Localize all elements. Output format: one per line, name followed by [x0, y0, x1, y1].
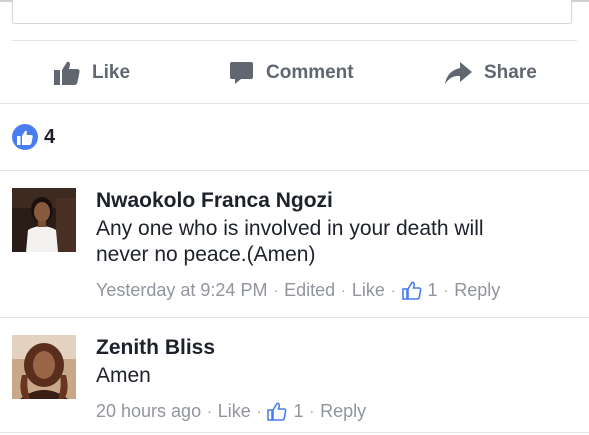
comment-like-count[interactable]: 1 — [428, 278, 438, 302]
reaction-summary[interactable]: 4 — [12, 122, 55, 152]
comment-body: Zenith Bliss Amen 20 hours ago · Like · … — [96, 335, 566, 423]
like-reaction-icon — [12, 124, 38, 150]
comment-timestamp[interactable]: 20 hours ago — [96, 399, 201, 423]
reaction-count: 4 — [44, 125, 56, 148]
post-content-box — [12, 0, 572, 24]
edited-indicator[interactable]: Edited — [284, 278, 335, 302]
separator: · — [207, 403, 212, 419]
share-arrow-icon — [445, 62, 472, 84]
comment-like-link[interactable]: Like — [218, 399, 251, 423]
divider — [12, 40, 577, 41]
comment-like-link[interactable]: Like — [352, 278, 385, 302]
separator: · — [309, 403, 315, 419]
action-bar: Like Comment Share — [0, 44, 589, 102]
comment-text: Any one who is involved in your death wi… — [96, 216, 566, 268]
like-button[interactable]: Like — [54, 56, 130, 90]
comment-meta: 20 hours ago · Like · 1 · Reply — [96, 399, 566, 423]
comment-meta: Yesterday at 9:24 PM · Edited · Like · 1… — [96, 278, 566, 302]
commenter-name[interactable]: Nwaokolo Franca Ngozi — [96, 188, 566, 214]
comment-body: Nwaokolo Franca Ngozi Any one who is inv… — [96, 188, 566, 302]
separator: · — [273, 282, 279, 298]
share-button[interactable]: Share — [445, 56, 537, 90]
like-label: Like — [92, 62, 131, 83]
commenter-name[interactable]: Zenith Bliss — [96, 335, 566, 361]
share-label: Share — [484, 62, 537, 83]
comment-label: Comment — [266, 62, 354, 83]
divider — [0, 432, 589, 433]
separator: · — [443, 282, 449, 298]
comment-button[interactable]: Comment — [229, 56, 354, 90]
divider — [0, 317, 589, 318]
comment-bubble-icon — [230, 62, 253, 84]
comment-text-line: Any one who is involved in your death wi… — [96, 217, 484, 240]
divider — [0, 170, 589, 171]
comment-like-count[interactable]: 1 — [293, 399, 303, 423]
avatar[interactable] — [12, 188, 76, 252]
separator: · — [341, 282, 346, 298]
avatar[interactable] — [12, 335, 76, 399]
comment-text-line: never no peace.(Amen) — [96, 243, 316, 266]
thumbs-up-outline-icon — [267, 402, 287, 421]
comment-reply-link[interactable]: Reply — [320, 399, 366, 423]
separator: · — [256, 403, 262, 419]
divider — [0, 103, 589, 104]
separator: · — [390, 282, 396, 298]
comment-timestamp[interactable]: Yesterday at 9:24 PM — [96, 278, 267, 302]
thumbs-up-outline-icon — [401, 281, 422, 300]
comment-reply-link[interactable]: Reply — [454, 278, 500, 302]
comment-text: Amen — [96, 364, 151, 387]
thumbs-up-icon — [54, 61, 80, 85]
